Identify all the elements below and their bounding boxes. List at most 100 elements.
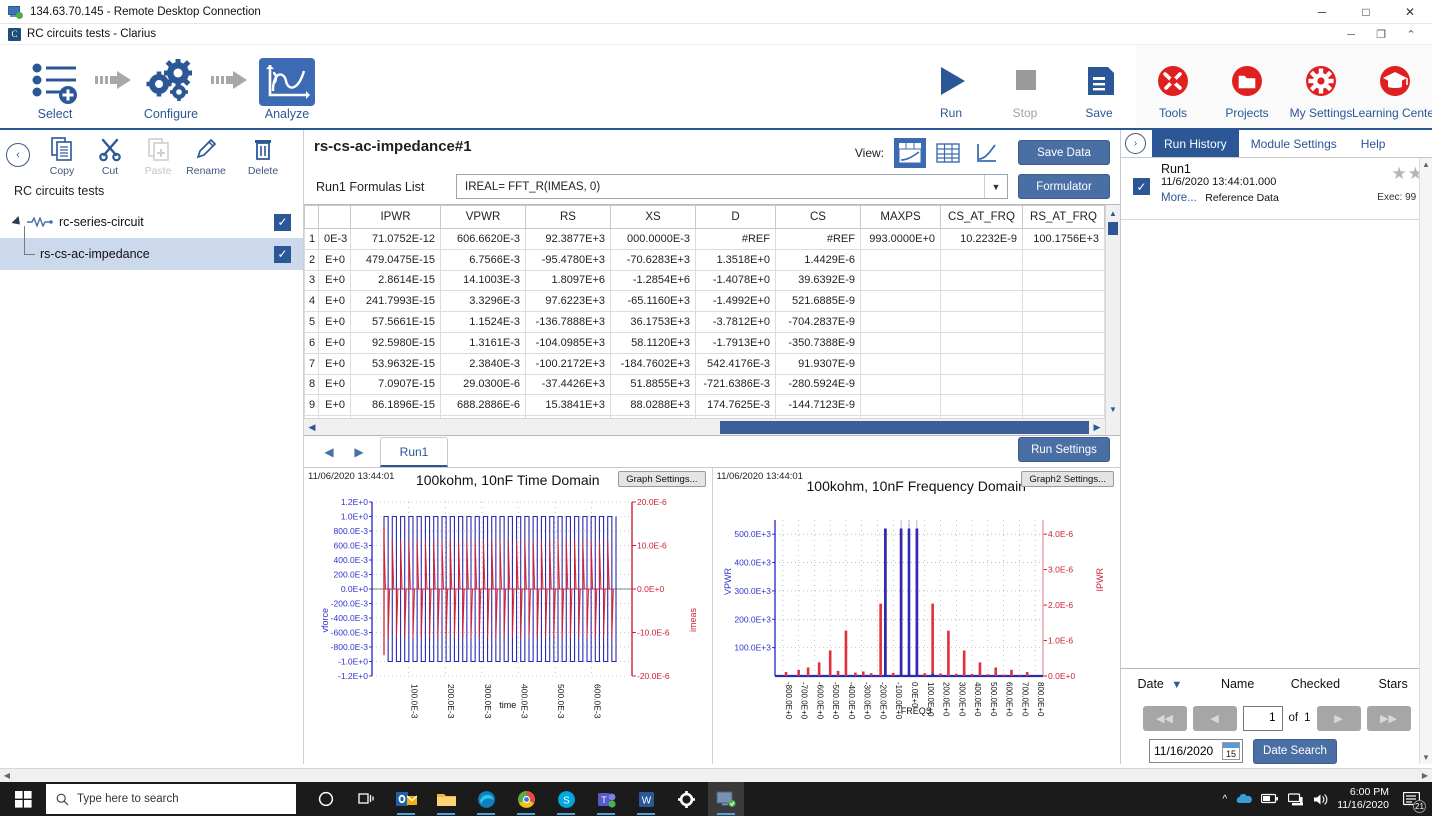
table-cell[interactable]: E+0	[319, 395, 351, 416]
table-row-number[interactable]: 2	[305, 249, 319, 270]
sidebar-collapse-button[interactable]: ‹	[6, 143, 30, 167]
rdp-close-button[interactable]: ✕	[1388, 0, 1432, 24]
table-cell[interactable]: 606.6620E-3	[441, 229, 526, 250]
tools-button[interactable]: Tools	[1136, 45, 1210, 128]
onedrive-icon[interactable]	[1236, 793, 1252, 805]
table-cell[interactable]: -1.2854E+6	[611, 270, 696, 291]
table-cell[interactable]	[861, 312, 941, 333]
formulator-button[interactable]: Formulator	[1018, 174, 1110, 199]
table-row-number[interactable]: 1	[305, 229, 319, 250]
save-button[interactable]: Save	[1062, 45, 1136, 128]
table-column-header[interactable]: CS_AT_FRQ	[941, 206, 1023, 229]
table-cell[interactable]	[861, 374, 941, 395]
rename-button[interactable]: Rename	[182, 134, 230, 177]
table-cell[interactable]: -1.4992E+0	[696, 291, 776, 312]
table-cell[interactable]	[861, 353, 941, 374]
table-cell[interactable]: -3.7812E+0	[696, 312, 776, 333]
table-cell[interactable]: -280.5924E-9	[776, 374, 861, 395]
table-cell[interactable]: 58.1120E+3	[611, 332, 696, 353]
table-cell[interactable]: 1.3518E+0	[696, 249, 776, 270]
table-cell[interactable]	[1023, 332, 1105, 353]
table-cell[interactable]: 10.2232E-9	[941, 229, 1023, 250]
table-column-header[interactable]: CS	[776, 206, 861, 229]
table-cell[interactable]: 542.4176E-3	[696, 353, 776, 374]
sort-by-name[interactable]: Name	[1199, 677, 1277, 691]
tree-item-checkbox[interactable]: ✓	[274, 246, 291, 263]
table-cell[interactable]: 1.8097E+6	[526, 270, 611, 291]
table-cell[interactable]: 0E-3	[319, 229, 351, 250]
frequency-domain-chart[interactable]: 11/06/2020 13:44:01 100kohm, 10nF Freque…	[713, 468, 1121, 764]
table-column-header[interactable]: RS_AT_FRQ	[1023, 206, 1105, 229]
run-button[interactable]: Run	[914, 45, 988, 128]
table-vertical-scrollbar[interactable]: ▲ ▼	[1105, 205, 1120, 435]
table-row-number[interactable]: 4	[305, 291, 319, 312]
table-row[interactable]: 3E+02.8614E-1514.1003E-31.8097E+6-1.2854…	[305, 270, 1121, 291]
battery-icon[interactable]	[1261, 793, 1279, 805]
table-cell[interactable]: 91.9307E-9	[776, 353, 861, 374]
table-cell[interactable]: -37.4426E+3	[526, 374, 611, 395]
learning-center-button[interactable]: Learning Center	[1358, 45, 1432, 128]
app-horizontal-scrollbar[interactable]: ◀ ▶	[0, 768, 1432, 782]
table-cell[interactable]	[1023, 291, 1105, 312]
table-column-header[interactable]: IPWR	[351, 206, 441, 229]
table-cell[interactable]	[941, 332, 1023, 353]
sort-by-checked[interactable]: Checked	[1277, 677, 1355, 691]
table-cell[interactable]	[941, 353, 1023, 374]
table-row[interactable]: 7E+053.9632E-152.3840E-3-100.2172E+3-184…	[305, 353, 1121, 374]
volume-icon[interactable]	[1313, 793, 1328, 806]
save-data-button[interactable]: Save Data	[1018, 140, 1110, 165]
clarius-restore-button[interactable]: ❐	[1366, 24, 1396, 45]
graph-settings-button[interactable]: Graph Settings...	[618, 471, 705, 487]
teams-icon[interactable]: T	[588, 782, 624, 816]
table-cell[interactable]: 7.0907E-15	[351, 374, 441, 395]
chrome-icon[interactable]	[508, 782, 544, 816]
table-cell[interactable]: 57.5661E-15	[351, 312, 441, 333]
table-cell[interactable]: 92.5980E-15	[351, 332, 441, 353]
rdp-minimize-button[interactable]: ─	[1300, 0, 1344, 24]
delete-button[interactable]: Delete	[239, 134, 287, 177]
table-row[interactable]: 8E+07.0907E-1529.0300E-6-37.4426E+351.88…	[305, 374, 1121, 395]
table-cell[interactable]	[861, 270, 941, 291]
rp-scroll-up-icon[interactable]: ▲	[1420, 160, 1432, 169]
table-cell[interactable]	[941, 374, 1023, 395]
start-button[interactable]	[0, 782, 46, 816]
table-cell[interactable]	[861, 332, 941, 353]
table-cell[interactable]: 71.0752E-12	[351, 229, 441, 250]
next-page-button[interactable]: ▶	[1317, 706, 1361, 731]
table-cell[interactable]: 2.8614E-15	[351, 270, 441, 291]
table-cell[interactable]	[1023, 353, 1105, 374]
date-input[interactable]: 11/16/2020 15	[1149, 739, 1243, 763]
app-scroll-right-icon[interactable]: ▶	[1418, 771, 1432, 780]
word-icon[interactable]: W	[628, 782, 664, 816]
first-page-button[interactable]: ◀◀	[1143, 706, 1187, 731]
horizontal-scroll-track[interactable]	[320, 421, 1089, 434]
formula-input[interactable]	[457, 181, 984, 193]
table-cell[interactable]: 36.1753E+3	[611, 312, 696, 333]
table-cell[interactable]: 53.9632E-15	[351, 353, 441, 374]
table-cell[interactable]: 29.0300E-6	[441, 374, 526, 395]
table-cell[interactable]: -65.1160E+3	[611, 291, 696, 312]
table-cell[interactable]: -1.7913E+0	[696, 332, 776, 353]
cortana-icon[interactable]	[308, 782, 344, 816]
run-settings-button[interactable]: Run Settings	[1018, 437, 1110, 462]
time-domain-chart[interactable]: 11/06/2020 13:44:01 100kohm, 10nF Time D…	[304, 468, 713, 764]
run-checkbox[interactable]: ✓	[1133, 178, 1150, 195]
table-horizontal-scrollbar[interactable]: ◀ ▶	[304, 418, 1105, 435]
table-cell[interactable]	[1023, 270, 1105, 291]
clarius-chevron-button[interactable]: ⌃	[1396, 24, 1426, 45]
table-cell[interactable]	[1023, 374, 1105, 395]
table-cell[interactable]	[941, 249, 1023, 270]
table-cell[interactable]: E+0	[319, 291, 351, 312]
table-cell[interactable]: 88.0288E+3	[611, 395, 696, 416]
date-search-button[interactable]: Date Search	[1253, 739, 1337, 764]
table-cell[interactable]	[1023, 395, 1105, 416]
table-cell[interactable]: -104.0985E+3	[526, 332, 611, 353]
last-page-button[interactable]: ▶▶	[1367, 706, 1411, 731]
table-row-number[interactable]: 6	[305, 332, 319, 353]
table-view-icon[interactable]	[932, 138, 964, 168]
clarius-minimize-button[interactable]: ─	[1336, 24, 1366, 45]
table-cell[interactable]	[861, 395, 941, 416]
table-row[interactable]: 2E+0479.0475E-156.7566E-3-95.4780E+3-70.…	[305, 249, 1121, 270]
formula-select[interactable]: ▼	[456, 174, 1008, 199]
table-cell[interactable]: -95.4780E+3	[526, 249, 611, 270]
